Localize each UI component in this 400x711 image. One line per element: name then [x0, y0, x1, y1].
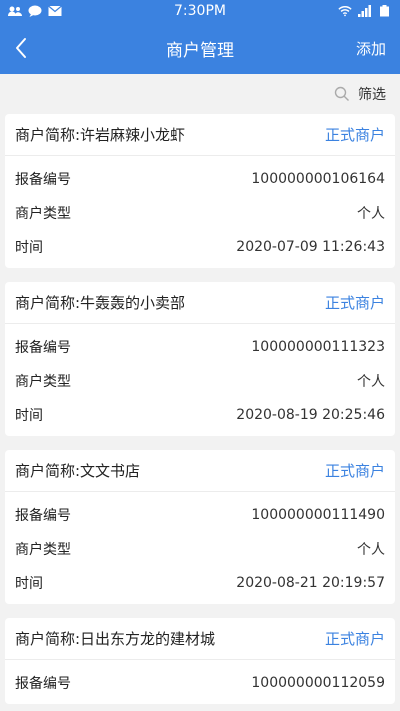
filing-no-label: 报备编号	[15, 508, 71, 524]
time-label: 时间	[15, 240, 43, 256]
card-header: 商户简称:许岩麻辣小龙虾 正式商户	[5, 114, 395, 156]
filing-no-value: 100000000111490	[251, 507, 385, 523]
filing-no-row: 报备编号 100000000112059	[15, 666, 385, 700]
merchant-name: 商户简称:日出东方龙的建材城	[15, 630, 216, 648]
wifi-icon	[338, 5, 352, 17]
filing-no-label: 报备编号	[15, 172, 71, 188]
time-row: 时间 2020-08-21 20:19:57	[15, 566, 385, 600]
chevron-left-icon	[16, 38, 26, 58]
merchant-type-label: 商户类型	[15, 206, 71, 222]
search-icon	[334, 86, 349, 101]
filter-label: 筛选	[358, 87, 386, 103]
mail-icon	[48, 5, 62, 17]
merchant-type-label: 商户类型	[15, 542, 71, 558]
merchant-card[interactable]: 商户简称:文文书店 正式商户 报备编号 100000000111490 商户类型…	[5, 450, 395, 604]
card-header: 商户简称:文文书店 正式商户	[5, 450, 395, 492]
status-left-icons	[8, 5, 62, 17]
merchant-type-value: 个人	[357, 542, 385, 558]
status-badge: 正式商户	[324, 462, 385, 480]
filing-no-value: 100000000111323	[251, 339, 385, 355]
merchant-name: 商户简称:文文书店	[15, 462, 141, 480]
filing-no-value: 100000000106164	[251, 171, 385, 187]
status-bar: 7:30PM	[0, 0, 400, 22]
add-button[interactable]: 添加	[356, 38, 386, 59]
time-row: 时间 2020-08-19 20:25:46	[15, 398, 385, 432]
signal-icon	[358, 5, 372, 17]
merchant-card[interactable]: 商户简称:日出东方龙的建材城 正式商户 报备编号 100000000112059	[5, 618, 395, 704]
filter-bar[interactable]: 筛选	[0, 74, 400, 114]
card-body: 报备编号 100000000106164 商户类型 个人 时间 2020-07-…	[5, 156, 395, 268]
contacts-icon	[8, 5, 22, 17]
card-header: 商户简称:日出东方龙的建材城 正式商户	[5, 618, 395, 660]
card-header: 商户简称:牛轰轰的小卖部 正式商户	[5, 282, 395, 324]
time-value: 2020-07-09 11:26:43	[236, 239, 385, 255]
merchant-type-row: 商户类型 个人	[15, 364, 385, 398]
merchant-type-value: 个人	[357, 206, 385, 222]
merchant-type-label: 商户类型	[15, 374, 71, 390]
time-row: 时间 2020-07-09 11:26:43	[15, 230, 385, 264]
battery-icon	[378, 5, 392, 17]
card-body: 报备编号 100000000112059	[5, 660, 395, 704]
merchant-type-row: 商户类型 个人	[15, 196, 385, 230]
time-value: 2020-08-19 20:25:46	[236, 407, 385, 423]
time-label: 时间	[15, 576, 43, 592]
status-badge: 正式商户	[324, 630, 385, 648]
status-right-icons	[338, 5, 392, 17]
filing-no-label: 报备编号	[15, 676, 71, 692]
filing-no-label: 报备编号	[15, 340, 71, 356]
time-value: 2020-08-21 20:19:57	[236, 575, 385, 591]
filing-no-value: 100000000112059	[251, 675, 385, 691]
message-bubble-icon	[28, 5, 42, 17]
merchant-name: 商户简称:牛轰轰的小卖部	[15, 294, 186, 312]
time-label: 时间	[15, 408, 43, 424]
back-button[interactable]	[14, 34, 42, 62]
merchant-card[interactable]: 商户简称:许岩麻辣小龙虾 正式商户 报备编号 100000000106164 商…	[5, 114, 395, 268]
merchant-type-row: 商户类型 个人	[15, 532, 385, 566]
merchant-card[interactable]: 商户简称:牛轰轰的小卖部 正式商户 报备编号 100000000111323 商…	[5, 282, 395, 436]
card-body: 报备编号 100000000111323 商户类型 个人 时间 2020-08-…	[5, 324, 395, 436]
status-badge: 正式商户	[324, 126, 385, 144]
filing-no-row: 报备编号 100000000111490	[15, 498, 385, 532]
page-title: 商户管理	[166, 40, 234, 61]
merchant-list: 商户简称:许岩麻辣小龙虾 正式商户 报备编号 100000000106164 商…	[0, 114, 400, 704]
filing-no-row: 报备编号 100000000106164	[15, 162, 385, 196]
filing-no-row: 报备编号 100000000111323	[15, 330, 385, 364]
status-badge: 正式商户	[324, 294, 385, 312]
merchant-type-value: 个人	[357, 374, 385, 390]
nav-bar: 商户管理 添加	[0, 22, 400, 74]
merchant-name: 商户简称:许岩麻辣小龙虾	[15, 126, 186, 144]
card-body: 报备编号 100000000111490 商户类型 个人 时间 2020-08-…	[5, 492, 395, 604]
